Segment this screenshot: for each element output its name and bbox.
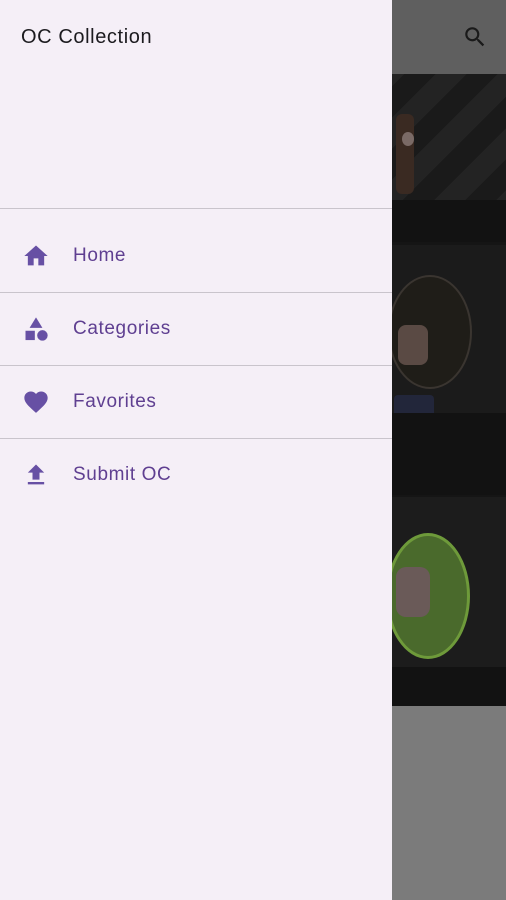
heart-icon [22, 388, 50, 416]
search-button[interactable] [458, 20, 492, 54]
search-icon [465, 27, 485, 47]
nav-item-label: Home [73, 245, 127, 266]
navigation-drawer: OC Collection Home Categories Favorites [0, 0, 392, 900]
nav-item-favorites[interactable]: Favorites [0, 366, 392, 438]
nav-item-home[interactable]: Home [0, 220, 392, 292]
drawer-header: OC Collection [0, 0, 392, 208]
nav-item-label: Submit OC [73, 464, 172, 485]
nav-item-categories[interactable]: Categories [0, 293, 392, 365]
nav-item-submit-oc[interactable]: Submit OC [0, 439, 392, 511]
nav-item-label: Categories [73, 318, 171, 339]
divider [0, 208, 392, 209]
upload-icon [22, 461, 50, 489]
drawer-title: OC Collection [21, 26, 153, 48]
home-icon [22, 242, 50, 270]
nav-item-label: Favorites [73, 391, 157, 412]
categories-icon [22, 315, 50, 343]
